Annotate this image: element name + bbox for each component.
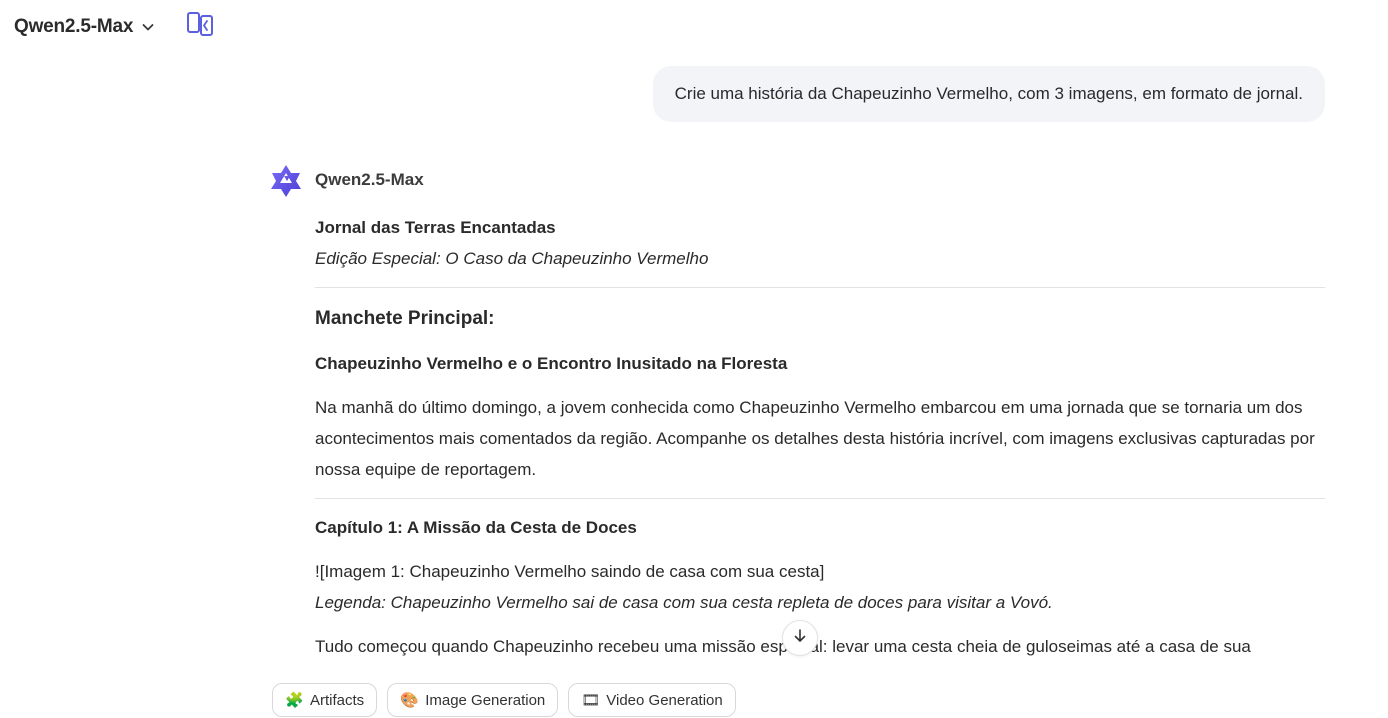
chapter-title: Capítulo 1: A Missão da Cesta de Doces: [315, 518, 637, 537]
assistant-header: Qwen2.5-Max: [268, 163, 424, 199]
puzzle-icon: 🧩: [285, 692, 304, 709]
headline: Chapeuzinho Vermelho e o Encontro Inusit…: [315, 354, 788, 373]
headline-label: Manchete Principal:: [315, 308, 495, 329]
video-generation-chip[interactable]: 🎞 Video Generation: [568, 683, 736, 717]
top-bar: Qwen2.5-Max: [0, 0, 1388, 52]
story-paragraph: Tudo começou quando Chapeuzinho recebeu …: [315, 637, 1251, 656]
chip-label: Image Generation: [425, 691, 546, 709]
image-caption: Legenda: Chapeuzinho Vermelho sai de cas…: [315, 593, 1053, 612]
qwen-logo-icon: [268, 163, 304, 199]
newspaper-title: Jornal das Terras Encantadas: [315, 218, 556, 237]
model-selector[interactable]: Qwen2.5-Max: [14, 14, 155, 40]
user-message-bubble: Crie uma história da Chapeuzinho Vermelh…: [652, 66, 1325, 122]
chip-label: Video Generation: [606, 691, 723, 709]
palette-icon: 🎨: [400, 692, 419, 709]
model-name: Qwen2.5-Max: [14, 16, 134, 37]
newspaper-subtitle: Edição Especial: O Caso da Chapeuzinho V…: [315, 249, 709, 268]
chip-label: Artifacts: [310, 691, 365, 709]
image-generation-chip[interactable]: 🎨 Image Generation: [387, 683, 559, 717]
scroll-to-bottom-button[interactable]: [782, 620, 818, 656]
divider: [315, 498, 1325, 499]
chevron-down-icon: [141, 20, 155, 34]
split-compare-icon[interactable]: [186, 10, 214, 38]
feature-chips: 🧩 Artifacts 🎨 Image Generation 🎞 Video G…: [272, 683, 736, 717]
artifacts-chip[interactable]: 🧩 Artifacts: [272, 683, 378, 717]
divider: [315, 287, 1325, 288]
image-placeholder-text: ![Imagem 1: Chapeuzinho Vermelho saindo …: [315, 562, 825, 581]
user-message-text: Crie uma história da Chapeuzinho Vermelh…: [674, 84, 1303, 103]
arrow-down-icon: [792, 628, 808, 649]
assistant-response: Jornal das Terras Encantadas Edição Espe…: [315, 212, 1327, 674]
assistant-name: Qwen2.5-Max: [315, 170, 424, 189]
film-icon: 🎞: [581, 692, 601, 709]
intro-paragraph: Na manhã do último domingo, a jovem conh…: [315, 398, 1315, 479]
